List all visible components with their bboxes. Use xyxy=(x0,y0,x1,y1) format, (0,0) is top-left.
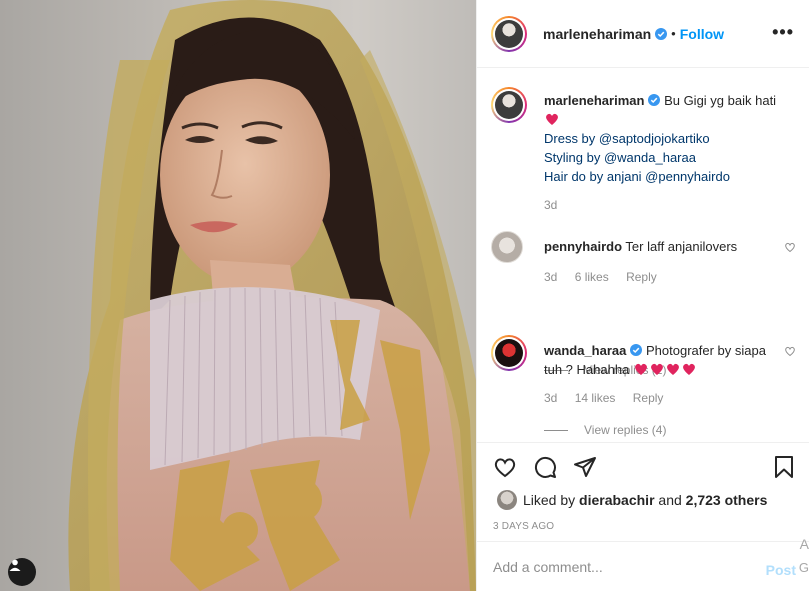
caption-line-4: Hair do by anjani @pennyhairdo xyxy=(544,169,730,184)
liked-and: and xyxy=(658,492,682,508)
user-tag-icon[interactable] xyxy=(8,558,36,586)
reply-button[interactable]: Reply xyxy=(633,391,664,405)
comment-like-icon[interactable] xyxy=(784,241,796,253)
comment-likes[interactable]: 6 likes xyxy=(575,270,609,284)
verified-badge-icon xyxy=(655,27,668,40)
more-options-icon[interactable]: ••• xyxy=(772,22,794,43)
post-actions: Liked by dierabachir and 2,723 others 3 … xyxy=(477,442,809,532)
verified-badge-icon xyxy=(630,344,643,356)
share-icon[interactable] xyxy=(573,455,597,479)
caption-time[interactable]: 3d xyxy=(544,198,557,212)
caption-avatar[interactable] xyxy=(491,87,527,123)
dot-separator: • xyxy=(671,26,676,41)
comment-likes[interactable]: 14 likes xyxy=(575,391,616,405)
commenter-avatar[interactable] xyxy=(491,231,523,263)
commenter-avatar[interactable] xyxy=(491,335,527,371)
comment-like-icon[interactable] xyxy=(784,345,796,357)
comment-time[interactable]: 3d xyxy=(544,391,557,405)
caption-username[interactable]: marlenehariman xyxy=(544,93,644,108)
post-date[interactable]: 3 DAYS AGO xyxy=(493,521,554,532)
liked-by-prefix: Liked by xyxy=(523,492,576,508)
add-comment-bar: Post xyxy=(477,541,809,591)
comment-text: Ter laff anjanilovers xyxy=(625,239,738,254)
post-header: marlenehariman • Follow ••• xyxy=(477,0,809,68)
view-replies-button[interactable]: View replies (4) xyxy=(544,423,666,437)
likes-count[interactable]: 2,723 others xyxy=(686,492,768,508)
comment-icon[interactable] xyxy=(533,455,557,479)
comment-time[interactable]: 3d xyxy=(544,270,557,284)
comment-username[interactable]: pennyhairdo xyxy=(544,239,622,254)
author-username[interactable]: marlenehariman xyxy=(543,26,651,42)
comments-list: marlenehariman Bu Gigi yg baik hati Dres… xyxy=(477,69,809,442)
caption-line-3: Styling by @wanda_haraa xyxy=(544,150,696,165)
likes-summary: Liked by dierabachir and 2,723 others xyxy=(497,490,767,510)
overlay-letter-a: A xyxy=(799,536,809,552)
liker-avatar[interactable] xyxy=(497,490,517,510)
comment-username[interactable]: wanda_haraa xyxy=(544,343,626,358)
add-comment-input[interactable] xyxy=(493,558,753,575)
post-side-panel: marlenehariman • Follow ••• marleneharim… xyxy=(476,0,809,591)
post-photo[interactable] xyxy=(0,0,476,591)
author-avatar[interactable] xyxy=(491,15,527,52)
bookmark-icon[interactable] xyxy=(772,455,796,479)
follow-button[interactable]: Follow xyxy=(680,26,724,42)
heart-emoji-icon xyxy=(546,113,558,125)
overlay-letter-g: G xyxy=(798,560,809,575)
post-comment-button[interactable]: Post xyxy=(766,562,796,578)
caption-line-2: Dress by @saptodjojokartiko xyxy=(544,131,710,146)
reply-button[interactable]: Reply xyxy=(626,270,657,284)
heart-icon[interactable] xyxy=(493,455,517,479)
verified-badge-icon xyxy=(648,94,661,106)
heart-emoji-icon xyxy=(633,362,697,377)
photo-illustration xyxy=(68,0,476,591)
caption-line-1: Bu Gigi yg baik hati xyxy=(664,93,777,108)
liked-by-user[interactable]: dierabachir xyxy=(579,492,654,508)
